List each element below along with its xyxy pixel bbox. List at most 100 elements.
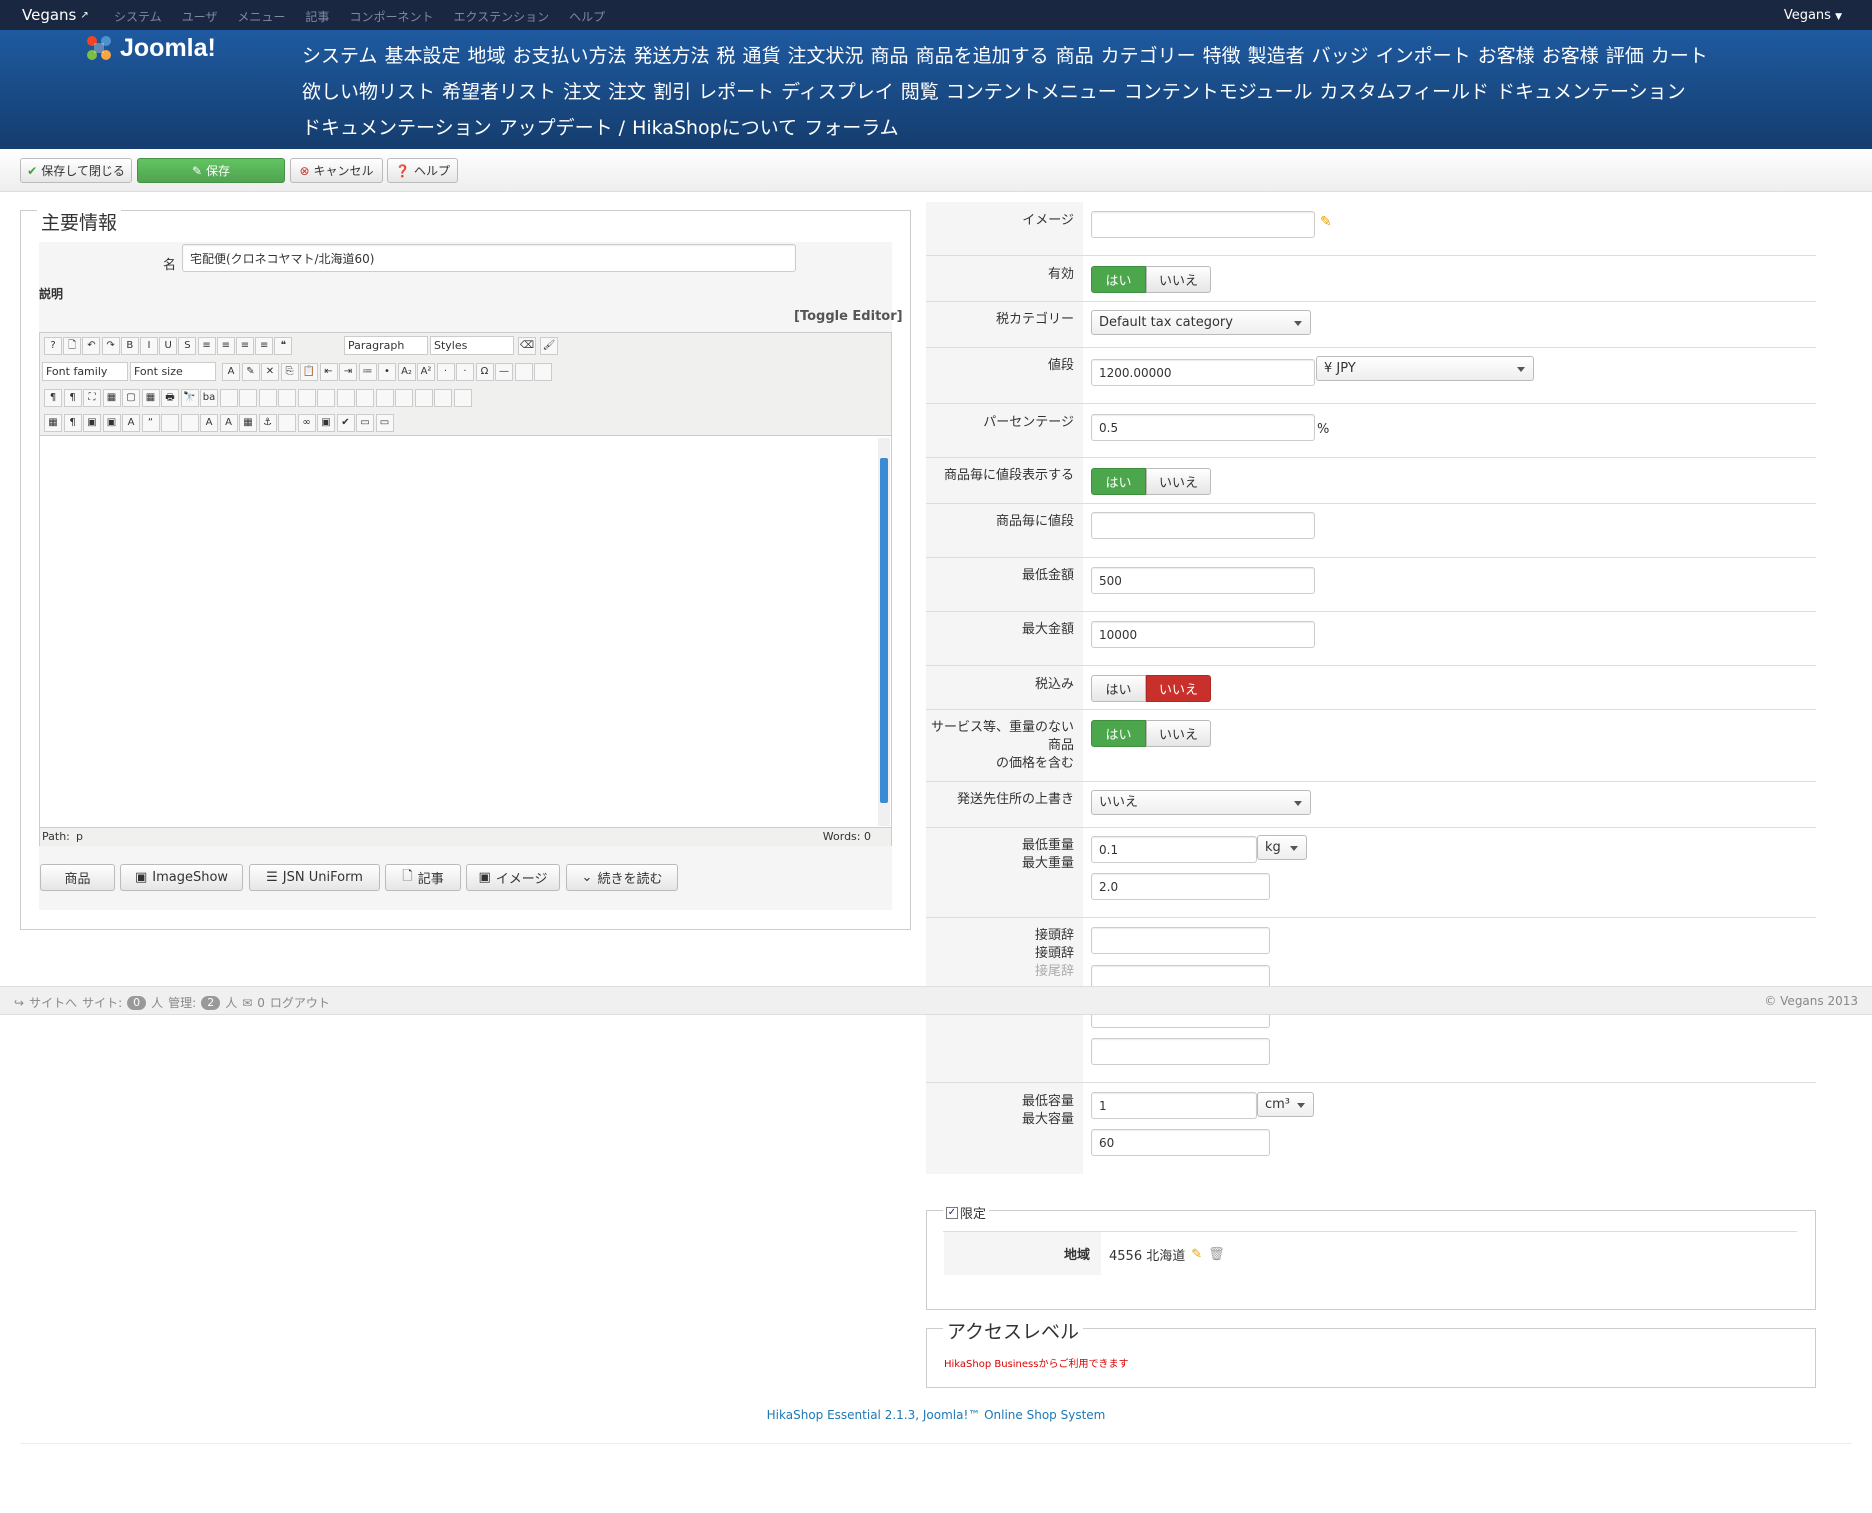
imageshow-button[interactable]: ▣ ImageShow <box>120 864 243 891</box>
editor-tool-icon[interactable] <box>161 414 179 432</box>
editor-tool-icon[interactable]: · <box>436 363 455 381</box>
percentage-input[interactable] <box>1091 414 1315 441</box>
readmore-button[interactable]: ⌄ 続きを読む <box>566 864 678 891</box>
help-button[interactable]: ❓ ヘルプ <box>387 158 458 183</box>
logout-link[interactable]: ログアウト <box>270 994 330 1011</box>
editor-tool-icon[interactable]: 🗋 <box>63 337 82 355</box>
footer-link[interactable]: HikaShop Essential 2.1.3, Joomla!™ Onlin… <box>0 1408 1872 1422</box>
menu-articles[interactable]: 記事 <box>305 8 329 25</box>
menu-system[interactable]: システム <box>114 8 162 25</box>
editor-tool-icon[interactable]: ⚓ <box>258 414 277 432</box>
editor-tool-icon[interactable] <box>356 389 374 407</box>
nav-item[interactable]: 製造者 <box>1248 45 1305 67</box>
editor-tool-icon[interactable] <box>336 389 355 407</box>
menu-components[interactable]: コンポーネント <box>349 8 433 25</box>
editor-tool-icon[interactable]: ⛶ <box>83 389 101 407</box>
editor-tool-icon[interactable]: — <box>495 363 513 381</box>
editor-tool-icon[interactable]: ↷ <box>101 337 120 355</box>
nav-item[interactable]: 閲覧 <box>901 81 939 103</box>
editor-content[interactable] <box>40 438 876 826</box>
editor-tool-icon[interactable]: A <box>200 414 218 432</box>
editor-tool-icon[interactable]: A <box>219 414 238 432</box>
editor-tool-icon[interactable] <box>278 414 296 432</box>
editor-tool-icon[interactable] <box>434 389 452 407</box>
editor-tool-icon[interactable]: ▦ <box>102 389 121 407</box>
format-select[interactable]: Paragraph <box>344 336 428 355</box>
nav-item[interactable]: 特徴 <box>1203 45 1241 67</box>
nav-item[interactable]: ディスプレイ <box>781 81 894 103</box>
editor-tool-icon[interactable] <box>239 389 257 407</box>
editor-tool-icon[interactable]: A² <box>417 363 435 381</box>
editor-tool-icon[interactable]: ¶ <box>63 414 82 432</box>
nav-item[interactable]: ドキュメンテーション <box>1496 81 1686 103</box>
nav-item[interactable]: 評価 <box>1606 45 1644 67</box>
edit-pencil-icon[interactable]: ✎ <box>1320 214 1332 230</box>
nav-item[interactable]: お支払い方法 <box>512 45 626 67</box>
nav-item[interactable]: 希望者リスト <box>442 81 556 103</box>
nav-item[interactable]: レポート <box>698 81 774 103</box>
editor-tool-icon[interactable]: ✎ <box>241 363 260 381</box>
nav-item[interactable]: 税 <box>717 45 736 67</box>
editor-tool-icon[interactable] <box>534 363 552 381</box>
editor-tool-icon[interactable] <box>375 389 394 407</box>
editor-scrollbar[interactable] <box>878 438 890 826</box>
messages-count[interactable]: 0 <box>257 996 265 1010</box>
prefix-input-1[interactable] <box>1091 927 1270 954</box>
editor-tool-icon[interactable] <box>258 389 277 407</box>
per-product-no[interactable]: いいえ <box>1146 468 1211 495</box>
jsn-uniform-button[interactable]: ☰ JSN UniForm <box>249 864 380 891</box>
editor-tool-icon[interactable]: ▣ <box>317 414 335 432</box>
menu-menus[interactable]: メニュー <box>237 8 285 25</box>
editor-tool-icon[interactable]: · <box>456 363 474 381</box>
nav-item[interactable]: 通貨 <box>743 45 781 67</box>
editor-tool-icon[interactable]: ba <box>200 389 218 407</box>
editor-tool-icon[interactable]: B <box>120 337 139 355</box>
insert-product-button[interactable]: 商品 <box>40 864 115 891</box>
styles-select[interactable]: Styles <box>430 336 514 355</box>
nav-item[interactable]: ドキュメンテーション <box>302 117 492 139</box>
override-address-select[interactable]: いいえ <box>1091 790 1311 815</box>
restriction-checkbox[interactable]: ✓ <box>946 1206 958 1219</box>
editor-tool-icon[interactable]: • <box>378 363 396 381</box>
editor-tool-icon[interactable]: “ <box>141 414 160 432</box>
nav-item[interactable]: インポート <box>1376 45 1471 67</box>
editor-tool-icon[interactable] <box>297 389 316 407</box>
editor-tool-icon[interactable]: ≔ <box>358 363 377 381</box>
editor-tool-icon[interactable]: I <box>140 337 158 355</box>
max-weight-input[interactable] <box>1091 873 1270 900</box>
volume-unit-select[interactable]: cm³ <box>1257 1092 1314 1117</box>
font-family-select[interactable]: Font family <box>42 362 128 381</box>
nav-item[interactable]: 注文 <box>608 81 646 103</box>
editor-tool-icon[interactable] <box>514 363 533 381</box>
nav-item[interactable]: 商品 <box>1056 45 1094 67</box>
editor-tool-icon[interactable]: U <box>159 337 178 355</box>
nav-item[interactable]: カスタムフィールド <box>1319 81 1488 103</box>
virtual-no[interactable]: いいえ <box>1146 720 1211 747</box>
name-input[interactable] <box>182 244 796 272</box>
edit-pencil-icon[interactable]: ✎ <box>1191 1247 1202 1262</box>
editor-tool-icon[interactable]: ▭ <box>375 414 394 432</box>
nav-item[interactable]: 発送方法 <box>633 45 709 67</box>
insert-article-button[interactable]: 🗋 記事 <box>385 864 461 891</box>
nav-item[interactable]: 欲しい物リスト <box>302 81 435 103</box>
editor-tool-icon[interactable]: 📋 <box>300 363 318 381</box>
nav-item[interactable]: HikaShopについて <box>632 117 797 139</box>
nav-item[interactable]: 割引 <box>653 81 691 103</box>
nav-item[interactable]: 注文 <box>563 81 601 103</box>
editor-tool-icon[interactable]: 🔭 <box>180 389 199 407</box>
nav-item[interactable]: コンテントモジュール <box>1124 81 1313 103</box>
nav-item[interactable]: 商品を追加する <box>916 45 1049 67</box>
editor-tool-icon[interactable]: A₂ <box>397 363 416 381</box>
menu-users[interactable]: ユーザ <box>182 8 218 25</box>
nav-item[interactable]: システム <box>302 45 377 67</box>
editor-tool-icon[interactable]: 🖌 <box>540 337 558 355</box>
editor-tool-icon[interactable]: ¶ <box>44 389 62 407</box>
nav-item[interactable]: お客様 <box>1542 45 1599 67</box>
nav-item[interactable]: 注文状況 <box>788 45 864 67</box>
nav-item[interactable]: 地域 <box>467 45 505 67</box>
weight-unit-select[interactable]: kg <box>1257 835 1307 860</box>
editor-tool-icon[interactable]: ¶ <box>63 389 82 407</box>
cancel-button[interactable]: ⊗ キャンセル <box>290 158 383 183</box>
editor-tool-icon[interactable]: ✕ <box>261 363 279 381</box>
min-price-input[interactable] <box>1091 567 1315 594</box>
